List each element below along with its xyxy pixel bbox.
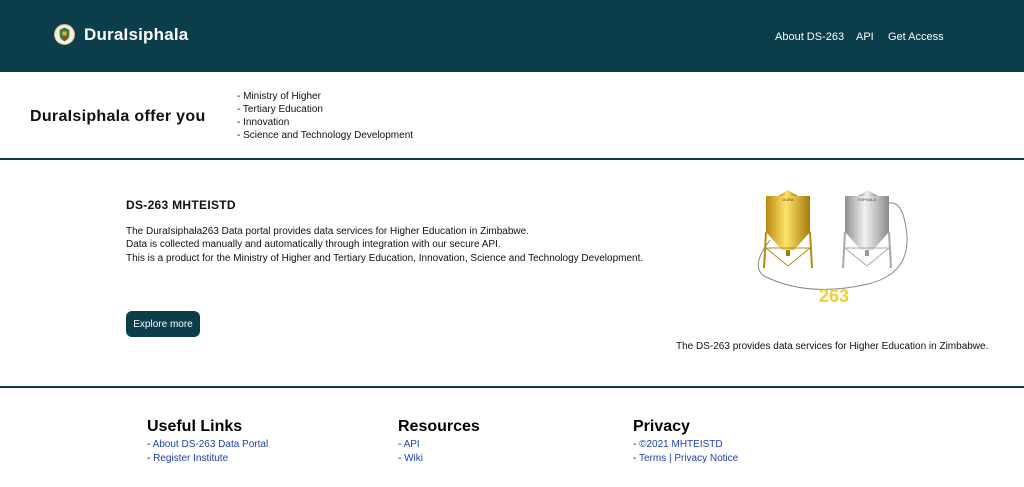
footer-list-item: - ©2021 MHTEISTD (633, 439, 723, 450)
footer-list-item: - API (398, 439, 420, 450)
wiki-link[interactable]: Wiki (404, 453, 423, 464)
silver-silo: ISIPHALA (842, 190, 892, 269)
offer-list: - Ministry of Higher - Tertiary Educatio… (237, 90, 413, 142)
about-portal-link[interactable]: About DS-263 Data Portal (153, 439, 269, 450)
offer-section: DuraIsiphala offer you - Ministry of Hig… (0, 72, 1024, 160)
top-navbar: DuraIsiphala About DS-263 API Get Access (0, 0, 1024, 72)
intro-section: DS-263 MHTEISTD The DuraIsiphala263 Data… (0, 162, 1024, 388)
silos-illustration: DURA ISIPHALA 263 (757, 190, 908, 306)
page-title: DS-263 MHTEISTD (126, 198, 236, 212)
offer-item: - Science and Technology Development (237, 130, 414, 141)
nav-about-link[interactable]: About DS-263 (775, 31, 844, 43)
footer-heading: Resources (398, 418, 480, 435)
footer-heading: Privacy (633, 418, 690, 435)
footer-resources: Resources - API - Wiki (398, 418, 480, 465)
gold-silo-label: DURA (782, 197, 794, 202)
main-nav: About DS-263 API Get Access (0, 31, 1024, 45)
footer-heading: Useful Links (147, 418, 243, 435)
footer-list-item: - Terms | Privacy Notice (633, 452, 739, 464)
footer-useful-links: Useful Links - About DS-263 Data Portal … (147, 418, 268, 465)
footer-list-item: - Register Institute (147, 452, 229, 464)
footer-list-item: - Wiki (398, 452, 423, 464)
copyright-link[interactable]: ©2021 MHTEISTD (639, 439, 723, 450)
terms-privacy-link[interactable]: Terms | Privacy Notice (639, 453, 738, 464)
silver-silo-label: ISIPHALA (858, 197, 876, 202)
footer-list-item: - About DS-263 Data Portal (147, 439, 269, 450)
description-line: Data is collected manually and automatic… (126, 239, 501, 251)
api-link[interactable]: API (404, 439, 420, 450)
hero-number: 263 (819, 286, 849, 306)
description-line: The DuraIsiphala263 Data portal provides… (126, 226, 529, 237)
footer: Useful Links - About DS-263 Data Portal … (0, 390, 1024, 487)
intro-description: The DuraIsiphala263 Data portal provides… (126, 225, 666, 265)
offer-item: - Tertiary Education (237, 104, 323, 115)
nav-get-access-link[interactable]: Get Access (888, 31, 944, 43)
explore-more-button[interactable]: Explore more (126, 311, 200, 337)
register-institute-link[interactable]: Register Institute (153, 453, 228, 464)
offer-title: DuraIsiphala offer you (30, 108, 206, 125)
description-line: This is a product for the Ministry of Hi… (126, 252, 644, 264)
gold-silo: DURA (763, 190, 813, 269)
offer-item: - Ministry of Higher (237, 91, 321, 102)
offer-item: - Innovation (237, 117, 290, 128)
nav-api-link[interactable]: API (856, 31, 874, 43)
hero-caption: The DS-263 provides data services for Hi… (676, 341, 989, 352)
footer-privacy: Privacy - ©2021 MHTEISTD - Terms | Priva… (633, 418, 738, 465)
